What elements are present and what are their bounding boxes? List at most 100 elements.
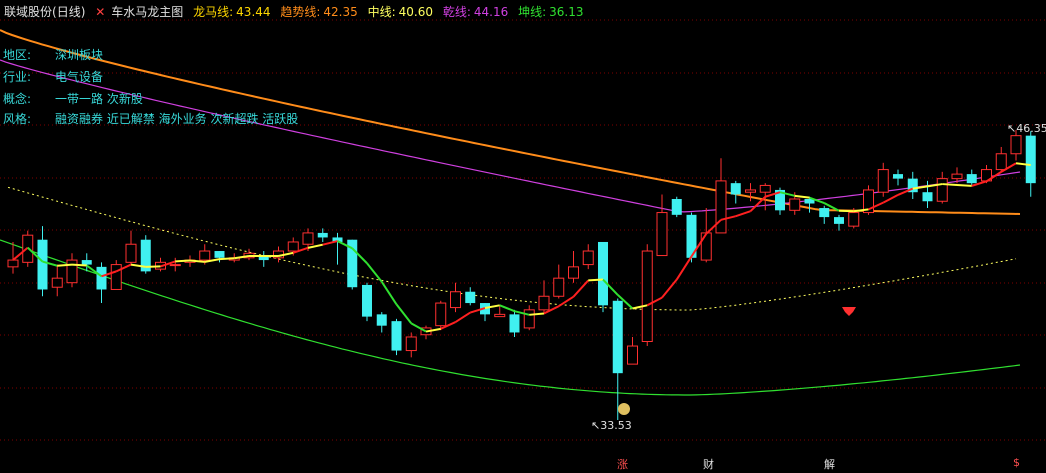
high-price-value: 46.35 — [1016, 122, 1046, 135]
diamond-signal-icon — [842, 307, 856, 316]
longma-line-segment — [71, 263, 87, 267]
candle-body — [317, 232, 328, 238]
candle-body — [819, 208, 830, 218]
candle-body — [287, 241, 299, 252]
indicator-name[interactable]: 车水马龙主图 — [111, 5, 183, 19]
indicator-kun: 坤线: 36.13 — [518, 5, 583, 19]
candle-body — [7, 259, 19, 268]
indicator-value: 42.35 — [323, 5, 358, 19]
longma-line-segment — [499, 304, 515, 313]
indicator-longma: 龙马线: 43.44 — [193, 5, 270, 19]
candle-body — [110, 264, 122, 290]
candle-body — [538, 295, 550, 311]
candle-body — [789, 198, 801, 211]
candle-body — [553, 277, 565, 297]
low-price-value: 33.53 — [600, 419, 632, 432]
candle-body — [435, 302, 447, 327]
candle-body — [745, 189, 756, 193]
unlock-marker[interactable]: 解 — [824, 456, 835, 472]
info-row-industry: 行业: 电气设备 — [3, 68, 103, 85]
candle-body — [169, 264, 181, 267]
longma-line-segment — [322, 240, 338, 246]
candle-body — [96, 266, 107, 290]
candle-body — [966, 174, 977, 184]
candle-body — [848, 212, 860, 227]
candle-body — [936, 178, 948, 202]
candle-body — [214, 251, 225, 258]
candle-body — [641, 250, 653, 343]
candle-body — [523, 309, 535, 329]
indicator-qian: 乾线: 44.16 — [443, 5, 508, 19]
limit-up-marker[interactable]: 涨 — [617, 456, 628, 472]
low-price-label: ↖33.53 — [591, 419, 632, 432]
info-key: 地区: — [3, 48, 32, 62]
candle-body — [582, 250, 594, 266]
candle-body — [81, 260, 92, 265]
kline-chart[interactable] — [0, 0, 1046, 473]
candle-body — [66, 259, 78, 284]
longma-line-segment — [529, 312, 545, 316]
candle-body — [391, 321, 402, 351]
candle-body — [834, 217, 844, 224]
info-row-region: 地区: 深圳板块 — [3, 46, 103, 63]
candle-body — [302, 232, 314, 245]
candle-body — [568, 266, 579, 279]
period-label: (日线) — [52, 5, 86, 19]
candle-body — [509, 314, 520, 333]
indicator-middle: 中线: 40.60 — [368, 5, 433, 19]
indicator-value: 40.60 — [398, 5, 433, 19]
longma-line-segment — [882, 194, 899, 204]
candle-body — [376, 314, 387, 326]
candle-body — [877, 169, 889, 193]
qian-line — [0, 59, 1021, 213]
indicator-label: 趋势线: — [280, 5, 321, 19]
indicator-value: 44.16 — [473, 5, 509, 19]
info-key: 概念: — [3, 92, 32, 106]
longma-line-segment — [307, 243, 323, 249]
candle-body — [362, 284, 372, 317]
longma-line-segment — [454, 311, 471, 323]
info-key: 风格: — [3, 112, 32, 126]
longma-line-segment — [794, 194, 810, 199]
longma-line-segment — [588, 278, 604, 282]
longma-line-segment — [661, 278, 678, 299]
high-price-label: ↖46.35 — [1007, 122, 1046, 135]
indicator-header: 联域股份(日线) ✕ 车水马龙主图 龙马线: 43.44 趋势线: 42.35 中线:… — [4, 3, 589, 20]
info-value: 一带一路 次新股 — [55, 92, 143, 106]
candle-body — [922, 192, 933, 202]
candle-body — [951, 173, 963, 180]
info-key: 行业: — [3, 70, 32, 84]
longma-line-segment — [57, 263, 73, 267]
money-bag-icon — [618, 403, 630, 415]
candle-body — [700, 232, 712, 261]
finance-marker[interactable]: 财 — [703, 456, 714, 472]
candle-body — [37, 239, 48, 290]
candle-body — [450, 291, 461, 309]
candle-body — [494, 313, 506, 318]
close-icon[interactable]: ✕ — [95, 5, 105, 19]
candle-body — [1010, 135, 1022, 155]
longma-line-segment — [956, 183, 972, 187]
candle-body — [995, 153, 1007, 171]
candle-body — [598, 241, 608, 306]
candle-body — [627, 345, 638, 365]
longma-line-segment — [942, 183, 958, 186]
longma-line-segment — [366, 262, 383, 283]
candle-body — [125, 243, 137, 263]
candle-body — [51, 277, 63, 288]
candle-body — [656, 212, 668, 257]
candle-body — [612, 300, 623, 374]
candle-body — [715, 180, 727, 234]
candle-body — [405, 336, 417, 352]
candle-body — [1025, 135, 1036, 184]
info-value: 深圳板块 — [55, 48, 104, 62]
longma-line-segment — [219, 257, 235, 261]
dividend-marker[interactable]: $ — [1013, 456, 1020, 469]
info-value: 融资融券 近已解禁 海外业务 次新超跌 活跃股 — [55, 112, 299, 126]
stock-name: 联域股份 — [4, 5, 53, 19]
longma-line-segment — [189, 259, 205, 263]
candle-body — [893, 174, 903, 179]
indicator-value: 43.44 — [236, 5, 271, 19]
longma-line-segment — [175, 259, 191, 263]
longma-line-segment — [735, 210, 751, 218]
